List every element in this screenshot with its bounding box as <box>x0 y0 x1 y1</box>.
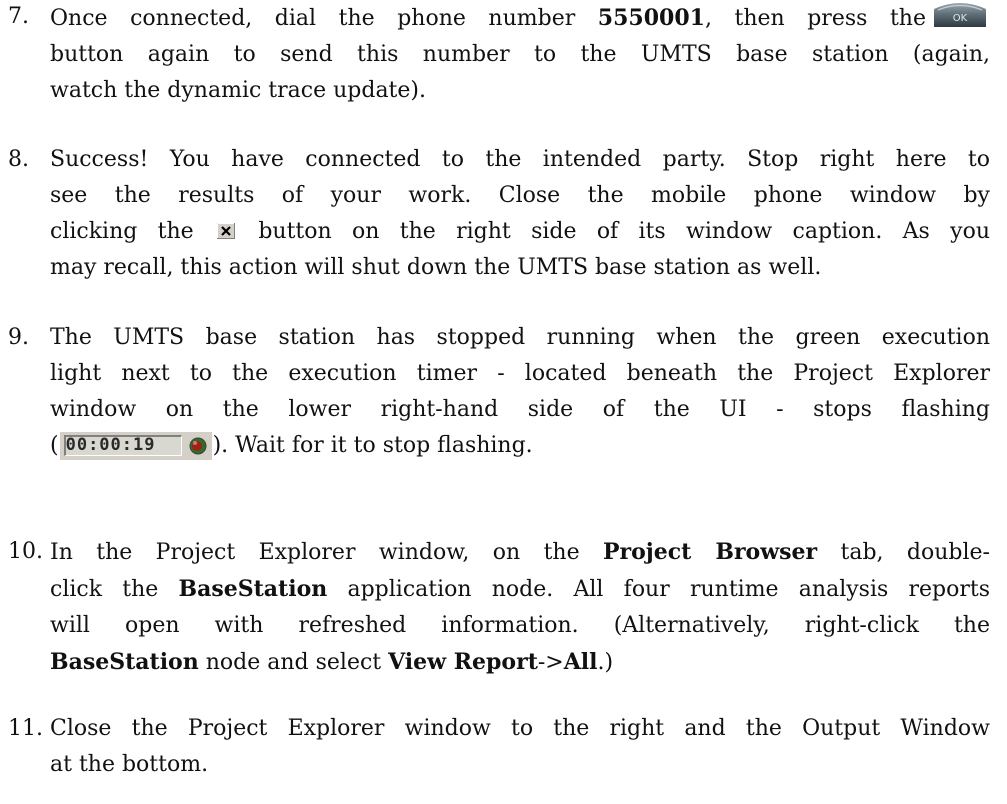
phone-number: 5550001 <box>597 5 705 31</box>
step-text: ( <box>50 433 59 458</box>
step-body: Once connected, dial the phone number 55… <box>50 0 990 109</box>
timer-display: 00:00:19 <box>63 435 182 456</box>
step-number: 11. <box>8 716 43 741</box>
step-line: Once connected, dial the phone number 55… <box>50 0 990 37</box>
step-line: Success! You have connected to the inten… <box>50 147 990 172</box>
step-number: 8. <box>8 147 29 172</box>
svg-text:OK: OK <box>953 13 968 24</box>
step-text: .) <box>597 650 614 675</box>
bold-term: Project Browser <box>602 539 818 565</box>
step-8: 8. Success! You have connected to the in… <box>8 142 990 286</box>
step-7: 7. Once connected, dial the phone number… <box>8 0 990 109</box>
step-line: Close the Project Explorer window to the… <box>50 716 990 741</box>
step-line: click the BaseStation application node. … <box>50 571 990 608</box>
bold-term: BaseStation <box>178 576 328 602</box>
bold-term: BaseStation <box>50 649 199 675</box>
step-line: The UMTS base station has stopped runnin… <box>50 325 990 350</box>
step-number: 10. <box>8 539 43 564</box>
step-text: node and select <box>198 650 389 675</box>
step-line: window on the lower right-hand side of t… <box>50 397 990 422</box>
step-10: 10. In the Project Explorer window, on t… <box>8 534 990 681</box>
step-line: may recall, this action will shut down t… <box>50 255 822 280</box>
ok-key-icon: OK <box>934 3 986 27</box>
step-line: In the Project Explorer window, on the P… <box>50 534 990 571</box>
step-text: -> <box>537 650 564 675</box>
step-text: click the <box>50 577 179 602</box>
bold-term: View Report <box>388 649 538 675</box>
step-text: Once connected, dial the phone number <box>50 6 598 31</box>
step-text: ). Wait for it to stop flashing. <box>212 433 533 458</box>
step-line: button again to send this number to the … <box>50 42 990 67</box>
step-number: 7. <box>8 4 29 29</box>
step-text: application node. All four runtime analy… <box>327 577 991 602</box>
step-line: (00:00:19 ). Wait for it to stop flashin… <box>50 428 990 464</box>
execution-light-icon <box>189 437 207 455</box>
step-text: , then press the <box>704 6 926 31</box>
close-icon <box>217 223 236 239</box>
step-text: clicking the <box>50 219 194 244</box>
step-text: tab, double- <box>817 540 990 565</box>
step-body: In the Project Explorer window, on the P… <box>50 534 990 681</box>
step-11: 11. Close the Project Explorer window to… <box>8 711 990 783</box>
bold-term: All <box>563 649 598 675</box>
execution-timer: 00:00:19 <box>59 432 212 460</box>
step-line: will open with refreshed information. (A… <box>50 613 990 638</box>
step-line: watch the dynamic trace update). <box>50 78 426 103</box>
step-line: BaseStation node and select View Report-… <box>50 644 990 681</box>
step-line: see the results of your work. Close the … <box>50 183 990 208</box>
step-line: clicking the button on the right side of… <box>50 214 990 250</box>
step-text: In the Project Explorer window, on the <box>50 540 603 565</box>
step-line: light next to the execution timer - loca… <box>50 361 990 386</box>
step-line: at the bottom. <box>50 752 209 777</box>
step-body: The UMTS base station has stopped runnin… <box>50 320 990 464</box>
step-body: Close the Project Explorer window to the… <box>50 711 990 783</box>
step-number: 9. <box>8 325 29 350</box>
step-text: button on the right side of its window c… <box>258 219 990 244</box>
step-9: 9. The UMTS base station has stopped run… <box>8 320 990 464</box>
step-body: Success! You have connected to the inten… <box>50 142 990 286</box>
document-page: 7. Once connected, dial the phone number… <box>0 0 1007 804</box>
